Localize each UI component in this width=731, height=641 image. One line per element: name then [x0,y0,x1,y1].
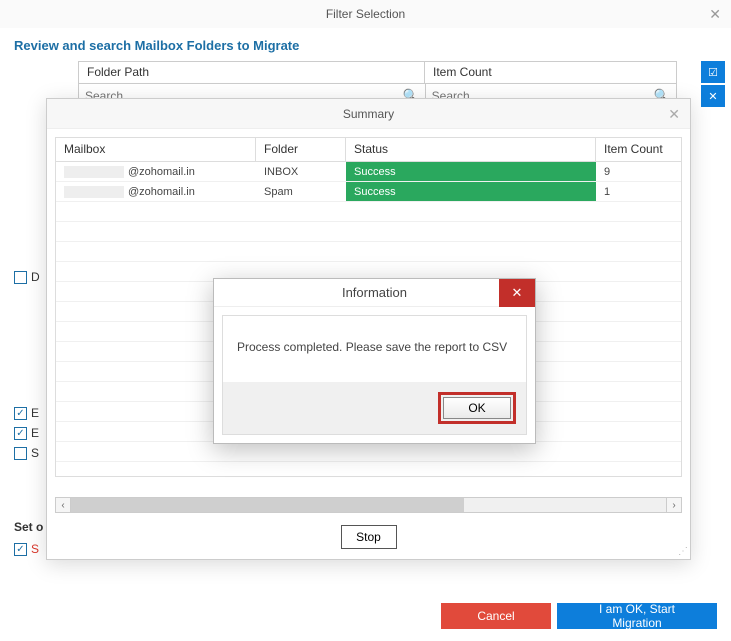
checkbox-d[interactable]: D [14,270,40,284]
filter-selection-window: Filter Selection ✕ Review and search Mai… [0,0,731,641]
stop-button[interactable]: Stop [341,525,397,549]
info-message: Process completed. Please save the repor… [223,316,526,382]
summary-title: Summary [343,107,394,121]
info-title: Information [342,285,407,300]
redacted-text [64,166,124,178]
column-folder-path[interactable]: Folder Path [79,62,425,83]
column-mailbox[interactable]: Mailbox [56,138,256,161]
main-title-bar: Filter Selection ✕ [0,0,731,28]
cancel-button[interactable]: Cancel [441,603,551,629]
info-close-button[interactable]: ✕ [499,279,535,307]
checkbox-e1[interactable]: E [14,406,40,420]
information-dialog: Information ✕ Process completed. Please … [213,278,536,444]
column-status[interactable]: Status [346,138,596,161]
scroll-left-icon[interactable]: ‹ [55,497,71,513]
section-header: Review and search Mailbox Folders to Mig… [0,28,731,61]
set-label: Set o [14,520,43,534]
checkbox-e2[interactable]: E [14,426,40,440]
main-close-button[interactable]: ✕ [709,6,721,23]
resize-grip-icon[interactable]: ⋰ [678,549,686,555]
table-row[interactable]: @zohomail.in Spam Success 1 [56,182,681,202]
scroll-thumb[interactable] [71,498,464,512]
select-all-button[interactable]: ☑ [701,61,725,83]
deselect-all-button[interactable]: ✕ [701,85,725,107]
column-item-count[interactable]: Item Count [425,62,676,83]
summary-close-button[interactable]: ✕ [668,106,680,123]
start-migration-button[interactable]: I am OK, Start Migration [557,603,717,629]
column-folder[interactable]: Folder [256,138,346,161]
scroll-right-icon[interactable]: › [666,497,682,513]
set-checkbox-s[interactable]: S [14,542,39,556]
redacted-text [64,186,124,198]
horizontal-scrollbar[interactable]: ‹ › [55,497,682,513]
main-title: Filter Selection [326,7,405,21]
checkbox-s[interactable]: S [14,446,40,460]
table-row[interactable]: @zohomail.in INBOX Success 9 [56,162,681,182]
column-count[interactable]: Item Count [596,138,681,161]
ok-highlight: OK [438,392,516,424]
ok-button[interactable]: OK [443,397,511,419]
